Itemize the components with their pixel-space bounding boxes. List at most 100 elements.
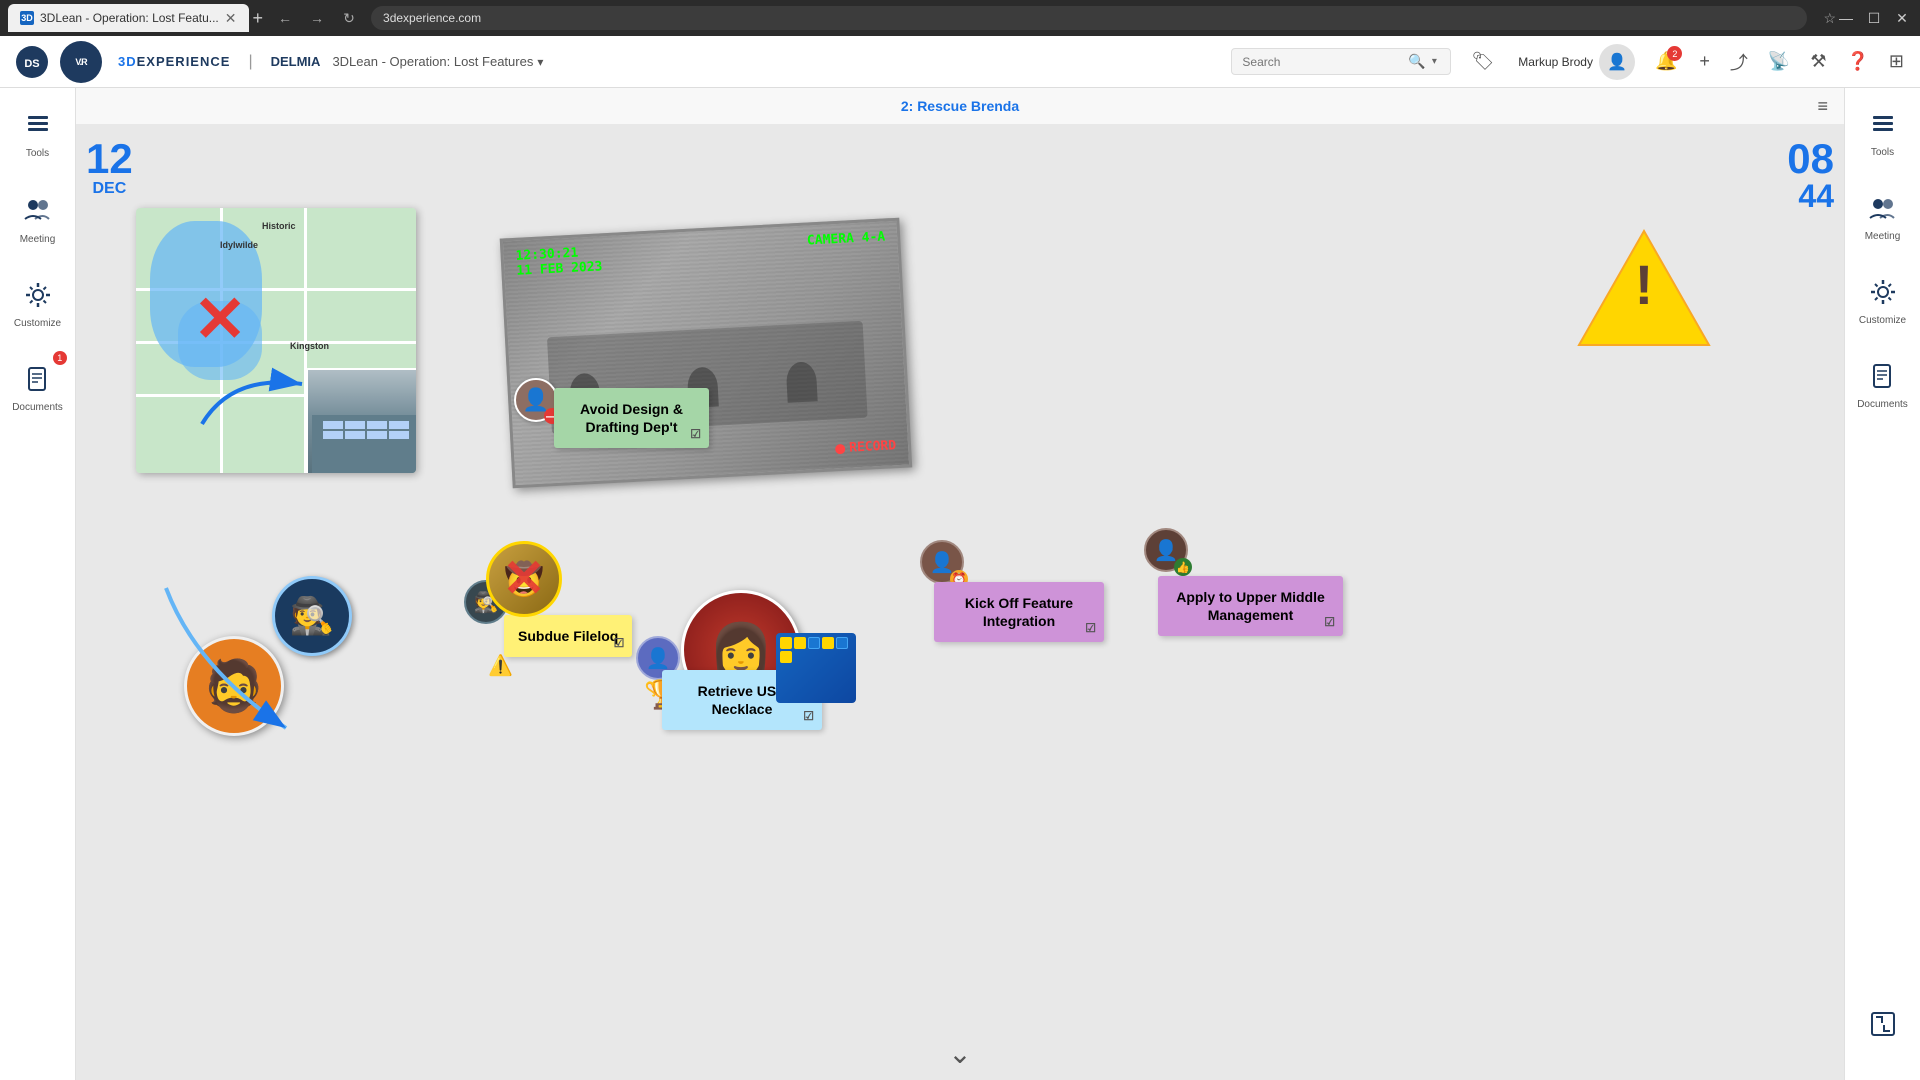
tab-favicon: 3D — [20, 11, 34, 25]
usb-item-visual — [776, 633, 856, 703]
brand-separator: | — [248, 53, 252, 71]
warning-exclamation: ! — [1635, 257, 1654, 313]
search-bar: 🔍 ▾ — [1231, 48, 1451, 75]
sticky-avoid-design[interactable]: Avoid Design & Drafting Dep't ☑ — [554, 388, 709, 448]
fullscreen-icon — [1869, 1010, 1897, 1038]
scroll-chevron: ⌄ — [948, 1038, 971, 1069]
avoid-design-avatar: 👤 — — [514, 378, 558, 422]
subdue-checkbox[interactable]: ☑ — [614, 636, 625, 652]
tab-title: 3DLean - Operation: Lost Featu... — [40, 11, 219, 25]
right-sidebar-item-meeting[interactable]: Meeting — [1859, 188, 1907, 248]
char-orange-large: 🧔 — [184, 636, 284, 736]
right-documents-icon — [1868, 362, 1896, 395]
time-hour: 08 — [1787, 138, 1834, 180]
app-container: DS V.R 3DEXPERIENCE | DELMIA 3DLean - Op… — [0, 36, 1920, 1080]
map-x-mark: ✕ — [193, 287, 247, 351]
subdue-x-overlay: ✕ — [489, 544, 559, 614]
char-detective: 🕵 — [272, 576, 352, 656]
scroll-down-indicator[interactable]: ⌄ — [948, 1037, 971, 1070]
help-icon[interactable]: ❓ — [1846, 51, 1868, 72]
reload-button[interactable]: ↻ — [335, 4, 363, 32]
search-icon[interactable]: 🔍 — [1408, 53, 1425, 70]
kickoff-avatar: 👤 ⏰ — [920, 540, 964, 584]
apply-upper-checkbox[interactable]: ☑ — [1324, 615, 1335, 631]
tools-icon[interactable]: ⚒ — [1810, 51, 1826, 72]
main-canvas: 2: Rescue Brenda ≡ 12 DEC 08 44 — [76, 88, 1844, 1080]
bookmark-icon[interactable]: ☆ — [1823, 10, 1836, 27]
subdue-text: Subdue Fileloq — [518, 628, 618, 644]
map-label-historic: Historic — [262, 221, 296, 231]
project-breadcrumb: 3DLean - Operation: Lost Features ▾ — [332, 54, 543, 69]
map-background: Historic Idylwilde Kingston ✕ — [136, 208, 416, 473]
user-logo-circle[interactable]: V.R — [60, 41, 102, 83]
minimize-button[interactable]: — — [1836, 10, 1856, 27]
brand-3dexperience: 3DEXPERIENCE — [118, 54, 230, 69]
tag-icon[interactable]: 🏷 — [1471, 51, 1494, 72]
window-controls: — ☐ ✕ — [1836, 10, 1912, 27]
documents-badge: 1 — [53, 351, 67, 365]
thumbs-up-badge: 👍 — [1174, 558, 1192, 576]
maximize-button[interactable]: ☐ — [1864, 10, 1884, 27]
forward-button[interactable]: → — [303, 4, 331, 32]
notification-bell[interactable]: 🔔 2 — [1655, 51, 1677, 72]
avoid-design-text: Avoid Design & Drafting Dep't — [580, 401, 683, 435]
warning-triangle-container: ! — [1574, 218, 1714, 348]
kickoff-checkbox[interactable]: ☑ — [1085, 621, 1096, 637]
sticky-subdue[interactable]: Subdue Fileloq ☑ — [504, 615, 632, 657]
apply-upper-text: Apply to Upper Middle Management — [1176, 589, 1325, 623]
sticky-apply-upper[interactable]: Apply to Upper Middle Management ☑ — [1158, 576, 1343, 636]
meeting-sidebar-icon — [23, 195, 51, 230]
retrieve-usb-text: Retrieve USB Necklace — [698, 683, 787, 717]
usb-blocks — [776, 633, 856, 703]
browser-nav-controls: ← → ↻ — [271, 4, 363, 32]
search-input[interactable] — [1242, 55, 1402, 69]
sticky-kickoff[interactable]: Kick Off Feature Integration ☑ — [934, 582, 1104, 642]
section-title: 2: Rescue Brenda — [901, 98, 1019, 114]
broadcast-icon[interactable]: 📡 — [1768, 51, 1790, 72]
add-icon[interactable]: + — [1699, 51, 1710, 72]
browser-chrome: 3D 3DLean - Operation: Lost Featu... ✕ +… — [0, 0, 1920, 36]
sidebar-item-documents[interactable]: Documents 1 — [6, 359, 69, 419]
hamburger-menu[interactable]: ≡ — [1817, 96, 1828, 117]
sidebar-item-tools[interactable]: Tools — [18, 104, 58, 165]
documents-sidebar-icon — [23, 365, 51, 398]
back-button[interactable]: ← — [271, 4, 299, 32]
right-customize-label: Customize — [1859, 315, 1906, 326]
retrieve-usb-checkbox[interactable]: ☑ — [803, 709, 814, 725]
tools-sidebar-icon — [24, 110, 52, 144]
right-meeting-icon — [1868, 194, 1896, 227]
avoid-design-checkbox[interactable]: ☑ — [690, 427, 701, 443]
warning-triangle: ! — [1574, 223, 1714, 343]
right-customize-icon — [1869, 278, 1897, 311]
search-dropdown-icon[interactable]: ▾ — [1432, 56, 1437, 67]
right-tools-label: Tools — [1871, 147, 1894, 158]
right-sidebar-item-customize[interactable]: Customize — [1853, 272, 1912, 332]
date-left: 12 DEC — [86, 138, 133, 198]
subdue-target-container: 🤠 ✕ — [486, 541, 562, 617]
tab-close-button[interactable]: ✕ — [225, 10, 237, 27]
share-icon[interactable]: ⤴ — [1730, 49, 1748, 75]
user-avatar[interactable]: 👤 — [1599, 44, 1635, 80]
map-widget[interactable]: Historic Idylwilde Kingston ✕ — [136, 208, 416, 473]
right-documents-label: Documents — [1857, 399, 1908, 410]
active-tab[interactable]: 3D 3DLean - Operation: Lost Featu... ✕ — [8, 4, 249, 32]
tab-bar: 3D 3DLean - Operation: Lost Featu... ✕ + — [8, 0, 263, 36]
new-tab-button[interactable]: + — [253, 8, 264, 29]
map-arrow — [192, 354, 312, 434]
kickoff-text: Kick Off Feature Integration — [965, 595, 1073, 629]
sidebar-item-customize[interactable]: Customize — [8, 275, 67, 335]
right-sidebar-item-documents[interactable]: Documents — [1851, 356, 1914, 416]
section-title-bar: 2: Rescue Brenda ≡ — [76, 88, 1844, 124]
right-sidebar-fullscreen[interactable] — [1863, 1004, 1903, 1044]
address-bar[interactable] — [371, 6, 1807, 30]
breadcrumb-chevron[interactable]: ▾ — [537, 55, 543, 69]
detective-character-avatar: 🕵 — [272, 576, 352, 656]
right-sidebar-item-tools[interactable]: Tools — [1863, 104, 1903, 164]
toolbar-user-info: Markup Brody 👤 — [1518, 44, 1635, 80]
close-window-button[interactable]: ✕ — [1892, 10, 1912, 27]
building-photo — [306, 368, 416, 473]
cctv-record-indicator: RECORD — [835, 438, 897, 456]
sidebar-item-meeting[interactable]: Meeting — [14, 189, 62, 251]
orange-character-avatar: 🧔 — [184, 636, 284, 736]
grid-icon[interactable]: ⊞ — [1889, 51, 1904, 72]
